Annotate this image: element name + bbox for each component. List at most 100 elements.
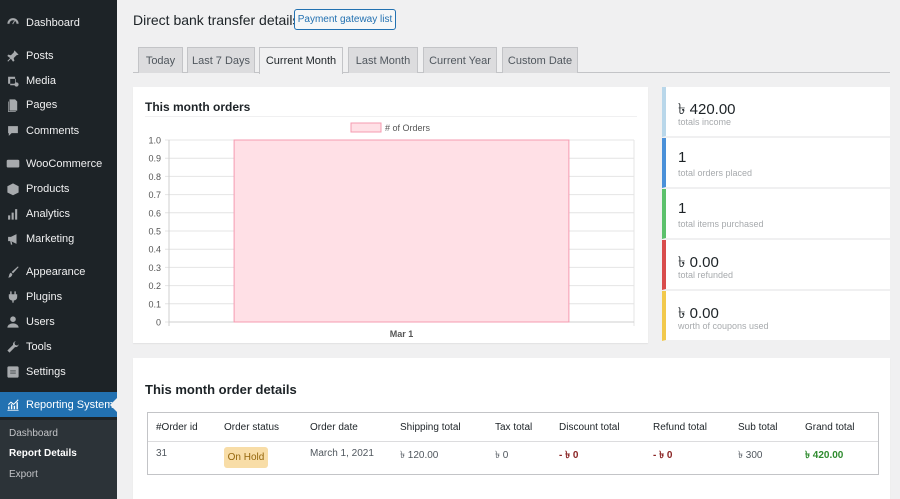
orders-chart-card: This month orders 1.0 0.9 0.8 0.7 0.6 0.5 0.4 0… [133, 87, 648, 343]
refund-sign: - ৳ [653, 450, 665, 461]
menu-item-woocommerce[interactable]: WooCommerce [0, 151, 117, 176]
woocommerce-icon [6, 157, 20, 171]
menu-item-reporting-system[interactable]: Reporting System [0, 392, 117, 417]
menu-item-media[interactable]: Media [0, 68, 117, 93]
menu-label: Marketing [26, 232, 75, 245]
table-header-divider [148, 441, 878, 442]
stat-value: 1 [678, 149, 687, 166]
menu-label: Posts [26, 49, 54, 62]
order-details-title: This month order details [145, 382, 297, 397]
reporting-submenu: Dashboard Report Details Export [0, 420, 117, 499]
column-header-refund-total: Refund total [653, 422, 707, 433]
refund-value: 0 [666, 450, 673, 461]
menu-item-marketing[interactable]: Marketing [0, 226, 117, 251]
menu-label: Pages [26, 98, 58, 111]
menu-label: Analytics [26, 207, 71, 220]
pages-icon [6, 98, 20, 112]
column-header-order-date: Order date [310, 422, 358, 433]
stats-panel: ৳ 420.00 totals income 1 total orders pl… [662, 87, 890, 342]
column-header-discount-total: Discount total [559, 422, 620, 433]
plug-icon [6, 290, 20, 304]
y-tick-label: 0.8 [148, 172, 161, 182]
tab-current-year[interactable]: Current Year [423, 47, 497, 73]
tab-last-month[interactable]: Last Month [348, 47, 418, 73]
menu-item-analytics[interactable]: Analytics [0, 201, 117, 226]
box-icon [6, 182, 20, 196]
orders-chart: 1.0 0.9 0.8 0.7 0.6 0.5 0.4 0.3 0.2 0.1 0 Mar 1 # of… [148, 122, 635, 339]
cell-order-id[interactable]: 31 [156, 448, 167, 459]
menu-label: WooCommerce [26, 157, 103, 170]
column-header-order-status: Order status [224, 422, 280, 433]
menu-item-settings[interactable]: Settings [0, 359, 117, 384]
submenu-export[interactable]: Export [9, 469, 38, 480]
pushpin-icon [6, 49, 20, 63]
payment-gateway-list-button[interactable]: Payment gateway list [294, 9, 396, 30]
menu-item-tools[interactable]: Tools [0, 334, 117, 359]
submenu-dashboard[interactable]: Dashboard [9, 428, 58, 439]
discount-sign: - ৳ [559, 450, 571, 461]
menu-label: Users [26, 315, 55, 328]
status-badge: On Hold [224, 447, 268, 468]
y-tick-label: 0.3 [148, 263, 161, 273]
menu-item-products[interactable]: Products [0, 176, 117, 201]
stat-label: total orders placed [678, 168, 753, 178]
menu-label: Appearance [26, 265, 86, 278]
cell-discount-total: - ৳ 0 [559, 448, 578, 465]
tab-custom-date[interactable]: Custom Date [502, 47, 578, 73]
dashboard-icon [6, 16, 20, 30]
stat-items-purchased: 1 total items purchased [662, 189, 890, 239]
active-indicator [110, 398, 117, 412]
menu-item-users[interactable]: Users [0, 309, 117, 334]
comment-icon [6, 124, 20, 138]
menu-item-appearance[interactable]: Appearance [0, 259, 117, 284]
menu-label: Dashboard [26, 16, 80, 29]
menu-item-posts[interactable]: Posts [0, 43, 117, 68]
media-icon [6, 74, 20, 88]
tab-today[interactable]: Today [138, 47, 183, 73]
legend-label: # of Orders [385, 123, 431, 133]
bar-chart-icon [6, 207, 20, 221]
stat-label: total refunded [678, 270, 734, 280]
column-header-sub-total: Sub total [738, 422, 778, 433]
menu-item-plugins[interactable]: Plugins [0, 284, 117, 309]
legend-swatch [350, 122, 382, 133]
y-tick-label: 0.5 [148, 227, 161, 237]
cell-refund-total: - ৳ 0 [653, 448, 672, 465]
cell-shipping-total: ৳ 120.00 [400, 450, 439, 461]
column-header-tax-total: Tax total [495, 422, 533, 433]
cell-grand-total: ৳ 420.00 [805, 448, 843, 465]
column-header-order-id: #Order id [156, 422, 198, 433]
page-title: Direct bank transfer details [133, 12, 300, 28]
stat-label: total items purchased [678, 219, 764, 229]
menu-label: Tools [26, 340, 52, 353]
user-icon [6, 315, 20, 329]
reporting-icon [6, 398, 20, 412]
wrench-icon [6, 340, 20, 354]
menu-label: Products [26, 182, 70, 195]
y-tick-label: 0.6 [148, 208, 161, 218]
stat-label: totals income [678, 117, 732, 127]
order-details-card: This month order details #Order id Order… [133, 358, 890, 499]
menu-item-comments[interactable]: Comments [0, 118, 117, 143]
stat-value: 1 [678, 200, 687, 217]
y-tick-label: 0 [156, 318, 161, 328]
menu-item-pages[interactable]: Pages [0, 92, 117, 117]
menu-label: Media [26, 74, 56, 87]
cell-sub-total: ৳ 300 [738, 450, 763, 461]
stat-totals-income: ৳ 420.00 totals income [662, 87, 890, 137]
y-tick-label: 1.0 [148, 136, 161, 146]
tab-current-month[interactable]: Current Month [259, 47, 343, 74]
submenu-report-details[interactable]: Report Details [9, 448, 77, 459]
column-header-grand-total: Grand total [805, 422, 855, 433]
y-tick-label: 0.4 [148, 245, 161, 255]
y-tick-label: 0.7 [148, 190, 161, 200]
stat-coupons-used: ৳ 0.00 worth of coupons used [662, 291, 890, 341]
y-tick-label: 0.2 [148, 281, 161, 291]
tab-last-7-days[interactable]: Last 7 Days [187, 47, 255, 73]
menu-item-dashboard[interactable]: Dashboard [0, 10, 117, 35]
discount-value: 0 [572, 450, 579, 461]
megaphone-icon [6, 232, 20, 246]
stat-orders-placed: 1 total orders placed [662, 138, 890, 188]
stat-total-refunded: ৳ 0.00 total refunded [662, 240, 890, 290]
cell-tax-total: ৳ 0 [495, 450, 509, 461]
